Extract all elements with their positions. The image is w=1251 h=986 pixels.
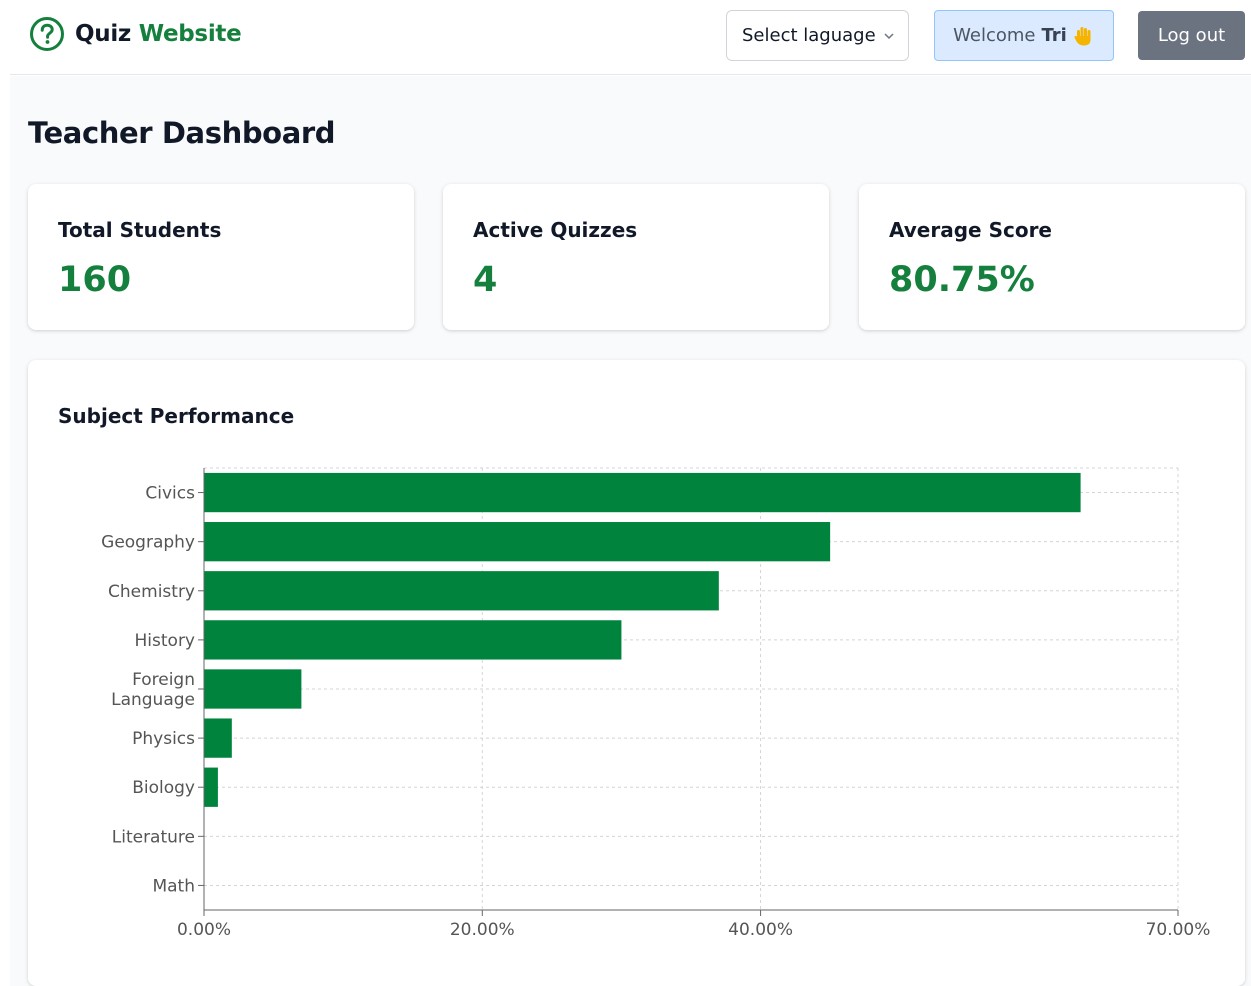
x-tick-label: 0.00% [177,920,231,940]
stat-card-active-quizzes: Active Quizzes 4 [443,184,829,330]
welcome-user-button[interactable]: Welcome Tri [934,10,1114,61]
brand-name: Quiz Website [75,21,242,47]
bar [204,522,831,562]
x-tick-label: 70.00% [1146,920,1211,940]
waving-hand-icon [1074,26,1091,45]
welcome-prefix: Welcome [953,25,1036,46]
language-select[interactable]: Select laguage [726,10,909,61]
question-circle-icon [30,17,64,51]
welcome-user-name: Tri [1041,25,1067,46]
bar [204,767,218,807]
bar [204,620,622,660]
brand-name-part2: Website [138,21,242,47]
page-title: Teacher Dashboard [28,116,336,150]
y-tick-label: Physics [132,729,195,749]
x-tick-label: 40.00% [728,920,793,940]
subject-performance-chart: Civics Geography Chemistry History ForeignLa… [101,467,1211,940]
bar [204,669,302,709]
brand[interactable]: Quiz Website [29,16,242,52]
y-tick-label: Language [111,690,195,710]
main-content: Teacher Dashboard Total Students 160 Act… [10,76,1251,986]
bar [204,472,1081,513]
stat-label: Total Students [58,218,222,242]
top-navbar: Quiz Website Select laguage Welcome Tri … [10,0,1251,75]
bar [204,571,719,611]
y-tick-label: History [135,631,195,651]
y-tick-label: Literature [112,827,195,847]
y-tick-label: Biology [132,778,195,798]
language-select-label: Select laguage [742,25,876,46]
y-tick-label: Chemistry [108,582,195,602]
logout-button[interactable]: Log out [1138,11,1245,60]
stat-card-total-students: Total Students 160 [28,184,414,330]
y-tick-label: Geography [101,533,195,553]
stat-value: 80.75% [889,260,1035,300]
brand-name-part1: Quiz [75,21,131,47]
stat-card-average-score: Average Score 80.75% [859,184,1245,330]
y-tick-label: Civics [145,484,195,504]
subject-performance-card: Subject Performance Civics Geography Chemi… [28,360,1245,986]
y-tick-label: Foreign [132,670,195,690]
y-tick-label: Math [152,876,195,896]
stat-label: Active Quizzes [473,218,638,242]
bar [204,718,232,758]
x-tick-label: 20.00% [450,920,515,940]
chevron-down-icon [884,32,894,39]
stat-label: Average Score [889,218,1052,242]
stat-value: 160 [58,260,132,300]
stat-value: 4 [473,260,498,300]
